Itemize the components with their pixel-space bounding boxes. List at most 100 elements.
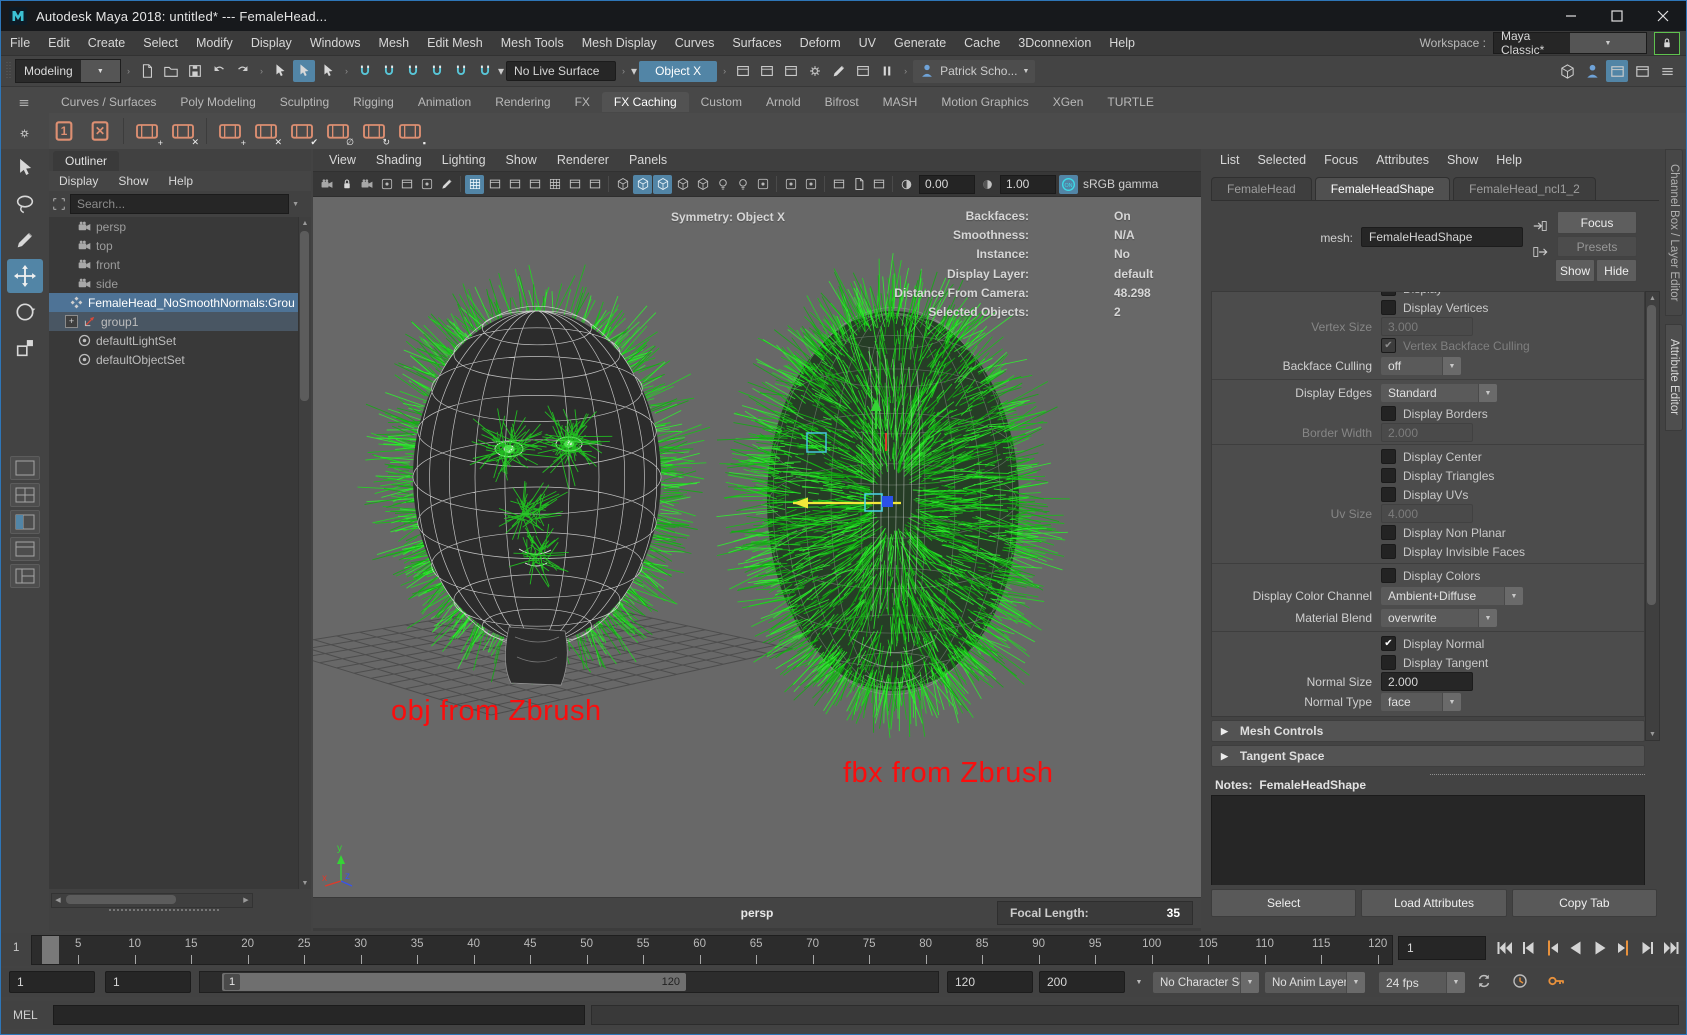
select-camera-button[interactable] <box>317 175 336 194</box>
hide-button[interactable]: Hide <box>1596 259 1637 282</box>
display-edges-dropdown[interactable]: Standard▼ <box>1381 384 1497 402</box>
ipr-render-button[interactable] <box>780 60 802 82</box>
wireframe-on-shaded-button[interactable] <box>693 175 712 194</box>
play-backwards-button[interactable] <box>1565 937 1587 959</box>
outliner-menu-display[interactable]: Display <box>49 174 108 188</box>
layout-split-left-button[interactable] <box>10 510 40 534</box>
symmetry-field[interactable]: Object X <box>639 61 717 82</box>
color-management-toggle[interactable]: ON <box>1059 175 1078 194</box>
render-sequence-button[interactable] <box>852 60 874 82</box>
paint-select-tool-button[interactable] <box>7 223 43 257</box>
use-default-material-button[interactable] <box>673 175 692 194</box>
menu-edit[interactable]: Edit <box>39 36 79 50</box>
menu-generate[interactable]: Generate <box>885 36 955 50</box>
go-to-end-button[interactable] <box>1661 937 1683 959</box>
undo-button[interactable] <box>208 60 230 82</box>
scrollbar-thumb[interactable] <box>300 231 309 401</box>
menu-file[interactable]: File <box>1 36 39 50</box>
menu-cache[interactable]: Cache <box>955 36 1009 50</box>
outliner-vertical-scrollbar[interactable]: ▲ ▼ <box>298 217 311 889</box>
shelf-tab-animation[interactable]: Animation <box>406 92 483 112</box>
modeling-toolkit-button[interactable] <box>1556 60 1578 82</box>
layout-single-pane-button[interactable] <box>10 456 40 480</box>
command-input[interactable] <box>53 1005 585 1025</box>
menu-3dconnexion[interactable]: 3Dconnexion <box>1009 36 1100 50</box>
geocache-enable-icon[interactable]: ✔ <box>287 116 317 146</box>
close-button[interactable] <box>1640 1 1686 31</box>
shelf-tab-xgen[interactable]: XGen <box>1041 92 1096 112</box>
viewport-menu-view[interactable]: View <box>319 153 366 167</box>
scroll-down-icon[interactable]: ▼ <box>1646 728 1659 740</box>
outliner-item-femalehead-nosmoothnormals-grou[interactable]: FemaleHead_NoSmoothNormals:Grou <box>49 293 299 312</box>
viewport-menu-renderer[interactable]: Renderer <box>547 153 619 167</box>
resolution-gate-button[interactable] <box>505 175 524 194</box>
menu-uv[interactable]: UV <box>850 36 885 50</box>
shelf-tab-arnold[interactable]: Arnold <box>754 92 813 112</box>
section-tangent-space[interactable]: ▶Tangent Space <box>1211 745 1645 767</box>
exposure-field[interactable]: 0.00 <box>919 175 975 194</box>
attribute-editor-toggle-button[interactable] <box>1606 60 1628 82</box>
material-blend-dropdown[interactable]: overwrite▼ <box>1381 609 1497 627</box>
lock-camera-button[interactable] <box>337 175 356 194</box>
textured-button[interactable] <box>653 175 672 194</box>
scroll-left-icon[interactable]: ◀ <box>52 894 64 906</box>
shelf-tab-turtle[interactable]: TURTLE <box>1095 92 1165 112</box>
camera-attributes-button[interactable] <box>357 175 376 194</box>
sequence-button[interactable] <box>869 175 888 194</box>
workspace-lock-button[interactable] <box>1654 32 1680 55</box>
minimize-button[interactable] <box>1548 1 1594 31</box>
display-checkbox[interactable] <box>1381 291 1396 296</box>
input-connection-icon[interactable] <box>1529 217 1551 234</box>
scale-tool-button[interactable] <box>7 331 43 365</box>
geocache-replace-icon[interactable]: ↻ <box>359 116 389 146</box>
scroll-up-icon[interactable]: ▲ <box>1646 292 1659 304</box>
menu-display[interactable]: Display <box>242 36 301 50</box>
workspace-selector[interactable]: Maya Classic* ▼ <box>1493 32 1647 54</box>
ncache-create-icon[interactable]: 1 <box>49 116 79 146</box>
isolate-select-button[interactable] <box>801 175 820 194</box>
ae-tab-femaleheadshape[interactable]: FemaleHeadShape <box>1315 177 1450 200</box>
menu-help[interactable]: Help <box>1100 36 1144 50</box>
shelf-tab-poly-modeling[interactable]: Poly Modeling <box>168 92 267 112</box>
shelf-tab-fx-caching[interactable]: FX Caching <box>602 92 689 112</box>
current-time-marker[interactable] <box>42 936 59 964</box>
layout-four-view-button[interactable] <box>10 483 40 507</box>
ncache-delete-icon[interactable]: ✕ <box>85 116 115 146</box>
shelf-tab-fx[interactable]: FX <box>563 92 602 112</box>
ae-tab-femalehead-ncl1-2[interactable]: FemaleHead_ncl1_2 <box>1453 177 1596 200</box>
make-object-live-button[interactable] <box>474 60 496 82</box>
geocache-merge-icon[interactable]: ▪ <box>395 116 425 146</box>
scroll-right-icon[interactable]: ▶ <box>240 894 252 906</box>
snap-grid-button[interactable] <box>354 60 376 82</box>
animation-end-field[interactable]: 200 <box>1039 971 1125 993</box>
outliner-item-defaultlightset[interactable]: defaultLightSet <box>49 331 299 350</box>
gamma-field[interactable]: 1.00 <box>1000 175 1056 194</box>
snapshot-button[interactable] <box>849 175 868 194</box>
output-connection-icon[interactable] <box>1529 243 1551 260</box>
normal-size-field[interactable]: 2.000 <box>1381 672 1473 691</box>
gate-mask-button[interactable] <box>525 175 544 194</box>
section-separator-icon[interactable]: › <box>900 61 911 81</box>
outliner-item-front[interactable]: front <box>49 255 299 274</box>
display-borders-checkbox[interactable] <box>1381 406 1396 421</box>
ae-menu-help[interactable]: Help <box>1487 153 1531 167</box>
time-slider[interactable]: 5101520253035404550556065707580859095100… <box>31 935 1393 965</box>
chevron-down-icon[interactable]: ▾ <box>498 64 504 78</box>
redo-button[interactable] <box>232 60 254 82</box>
safe-title-button[interactable] <box>585 175 604 194</box>
3d-scene[interactable]: Symmetry: Object X Backfaces:OnSmoothnes… <box>313 197 1201 897</box>
select-button[interactable]: Select <box>1211 889 1356 917</box>
viewport-menu-shading[interactable]: Shading <box>366 153 432 167</box>
chevron-down-icon[interactable]: ▼ <box>1131 974 1147 990</box>
copy-tab-button[interactable]: Copy Tab <box>1512 889 1657 917</box>
outliner-horizontal-scrollbar[interactable]: ◀ ▶ <box>51 893 253 908</box>
range-slider-track[interactable]: 1 120 <box>199 971 939 993</box>
shelf-tab-rendering[interactable]: Rendering <box>483 92 562 112</box>
live-surface-field[interactable]: No Live Surface <box>506 61 616 81</box>
snap-point-button[interactable] <box>402 60 424 82</box>
layout-split-top-button[interactable] <box>10 537 40 561</box>
auto-keyframe-button[interactable] <box>1545 970 1567 992</box>
grid-button[interactable] <box>465 175 484 194</box>
playback-start-field[interactable]: 1 <box>105 971 191 993</box>
image-plane-2-button[interactable] <box>829 175 848 194</box>
